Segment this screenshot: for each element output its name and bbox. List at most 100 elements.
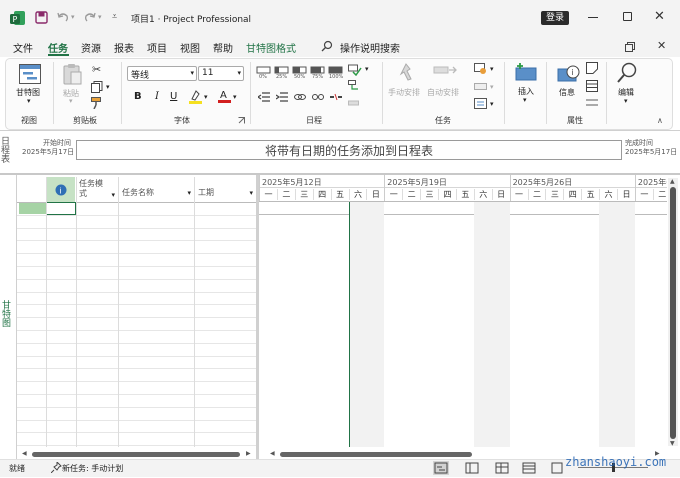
pct-0-button[interactable]: 0% (259, 74, 267, 80)
task-usage-shortcut-icon[interactable] (464, 461, 480, 475)
chevron-down-icon[interactable]: ▾ (111, 191, 115, 199)
indent-icon[interactable] (275, 92, 288, 105)
font-size-select[interactable]: 11 ▾ (198, 66, 244, 81)
chevron-down-icon[interactable]: ▾ (187, 189, 191, 197)
copy-icon[interactable] (91, 81, 103, 96)
auto-schedule-icon[interactable] (433, 64, 457, 85)
font-name-select[interactable]: 等线 ▾ (127, 66, 197, 81)
vertical-scroll-thumb[interactable] (670, 187, 676, 439)
grid-row-line (17, 394, 257, 395)
gantt-hscroll-left-icon[interactable]: ◀ (270, 450, 275, 457)
chevron-down-icon[interactable]: ▾ (249, 189, 253, 197)
grid-hscroll-right-icon[interactable]: ▶ (246, 450, 251, 457)
scroll-down-icon[interactable]: ▼ (670, 440, 675, 447)
mark-on-track-dropdown-icon[interactable]: ▾ (365, 65, 369, 73)
move-dropdown-icon[interactable]: ▾ (490, 83, 494, 91)
tab-help[interactable]: 帮助 (213, 40, 233, 55)
sign-in-button[interactable]: 登录 (541, 11, 569, 25)
inactivate-icon[interactable] (348, 98, 360, 111)
minimize-icon[interactable] (588, 17, 598, 18)
pct-100-button[interactable]: 100% (329, 74, 343, 80)
maximize-icon[interactable] (623, 12, 632, 21)
gantt-dropdown-icon[interactable]: ▾ (27, 97, 31, 105)
timescale-day: 二 (652, 189, 667, 200)
scroll-up-icon[interactable]: ▲ (670, 178, 675, 185)
unlink-tasks-icon[interactable] (312, 92, 324, 105)
save-icon[interactable] (35, 11, 48, 27)
gantt-chart-icon[interactable] (19, 64, 41, 87)
undo-dropdown-icon[interactable]: ▾ (71, 13, 75, 21)
paste-dropdown-icon[interactable]: ▾ (69, 97, 73, 105)
editing-dropdown-icon[interactable]: ▾ (624, 97, 628, 105)
collapse-ribbon-icon[interactable]: ∧ (657, 116, 663, 125)
task-name-column-header[interactable]: 任务名称 ▾ (119, 177, 194, 202)
search-icon[interactable] (321, 40, 333, 55)
font-color-icon[interactable]: A (218, 89, 231, 106)
gantt-hscroll-thumb[interactable] (280, 452, 472, 457)
pct-25-button[interactable]: 25% (276, 74, 287, 80)
mode-dropdown-icon[interactable]: ▾ (490, 100, 494, 108)
mark-on-track-icon[interactable] (348, 63, 362, 79)
pct-75-button[interactable]: 75% (312, 74, 323, 80)
project-app-icon[interactable]: P (10, 10, 26, 26)
details-icon[interactable] (586, 80, 598, 95)
new-task-mode[interactable]: 新任务: 手动计划 (62, 463, 123, 474)
move-icon[interactable] (474, 81, 488, 96)
auto-schedule-label[interactable]: 自动安排 (427, 87, 459, 98)
inspect-dropdown-icon[interactable]: ▾ (490, 65, 494, 73)
duration-column-header[interactable]: 工期 ▾ (195, 177, 256, 202)
insert-task-icon[interactable] (514, 62, 538, 85)
close-document-icon[interactable]: ✕ (657, 39, 666, 52)
grid-hscroll-left-icon[interactable]: ◀ (22, 450, 27, 457)
highlight-color-icon[interactable] (189, 90, 202, 107)
cut-icon[interactable]: ✂ (92, 63, 101, 76)
insert-dropdown-icon[interactable]: ▾ (523, 96, 527, 104)
gantt-view-shortcut-icon[interactable] (433, 461, 449, 475)
resource-sheet-shortcut-icon[interactable] (521, 461, 537, 475)
underline-button[interactable]: U (170, 91, 177, 102)
respect-links-icon[interactable] (348, 80, 360, 95)
format-painter-icon[interactable] (91, 97, 103, 112)
mode-icon[interactable] (474, 98, 488, 113)
tell-me-search[interactable]: 操作说明搜索 (340, 40, 400, 55)
tab-resource[interactable]: 资源 (81, 40, 101, 55)
editing-search-icon[interactable] (616, 62, 638, 87)
tab-project[interactable]: 项目 (147, 40, 167, 55)
manual-schedule-label[interactable]: 手动安排 (388, 87, 420, 98)
grid-hscroll-thumb[interactable] (32, 452, 240, 457)
copy-dropdown-icon[interactable]: ▾ (106, 83, 110, 91)
information-button-label[interactable]: 信息 (559, 87, 575, 98)
tab-gantt-format[interactable]: 甘特图格式 (246, 40, 296, 55)
manual-schedule-icon[interactable] (396, 63, 416, 86)
customize-qat-icon[interactable]: ⩡ (112, 12, 117, 22)
redo-icon[interactable] (83, 11, 97, 26)
group-clipboard-label: 剪贴板 (73, 116, 97, 125)
paste-icon[interactable] (62, 63, 82, 88)
tab-report[interactable]: 报表 (114, 40, 134, 55)
timeline-placeholder-box[interactable]: 将带有日期的任务添加到日程表 (76, 140, 622, 160)
font-color-dropdown-icon[interactable]: ▾ (233, 93, 237, 101)
tab-file[interactable]: 文件 (13, 40, 33, 55)
close-icon[interactable]: ✕ (654, 9, 665, 24)
bold-button[interactable]: B (134, 91, 142, 102)
italic-button[interactable]: I (155, 91, 159, 102)
font-dialog-launcher-icon[interactable] (238, 117, 245, 127)
notes-icon[interactable] (586, 62, 598, 77)
highlight-dropdown-icon[interactable]: ▾ (204, 93, 208, 101)
tab-task[interactable]: 任务 (48, 40, 68, 55)
redo-dropdown-icon[interactable]: ▾ (98, 13, 102, 21)
team-planner-shortcut-icon[interactable] (494, 461, 510, 475)
select-all-cell[interactable] (17, 177, 46, 202)
information-icon[interactable]: i (557, 64, 581, 87)
undo-icon[interactable] (56, 11, 70, 26)
outdent-icon[interactable] (256, 92, 270, 105)
task-mode-column-header[interactable]: 任务模 式 ▾ (76, 177, 118, 202)
report-shortcut-icon[interactable] (549, 461, 565, 475)
restore-window-icon[interactable] (625, 42, 635, 55)
inspect-icon[interactable] (474, 63, 488, 78)
split-task-icon[interactable] (330, 92, 342, 105)
link-tasks-icon[interactable] (294, 92, 306, 105)
tab-view[interactable]: 视图 (180, 40, 200, 55)
pct-50-button[interactable]: 50% (294, 74, 305, 80)
add-to-timeline-icon[interactable] (586, 97, 598, 112)
